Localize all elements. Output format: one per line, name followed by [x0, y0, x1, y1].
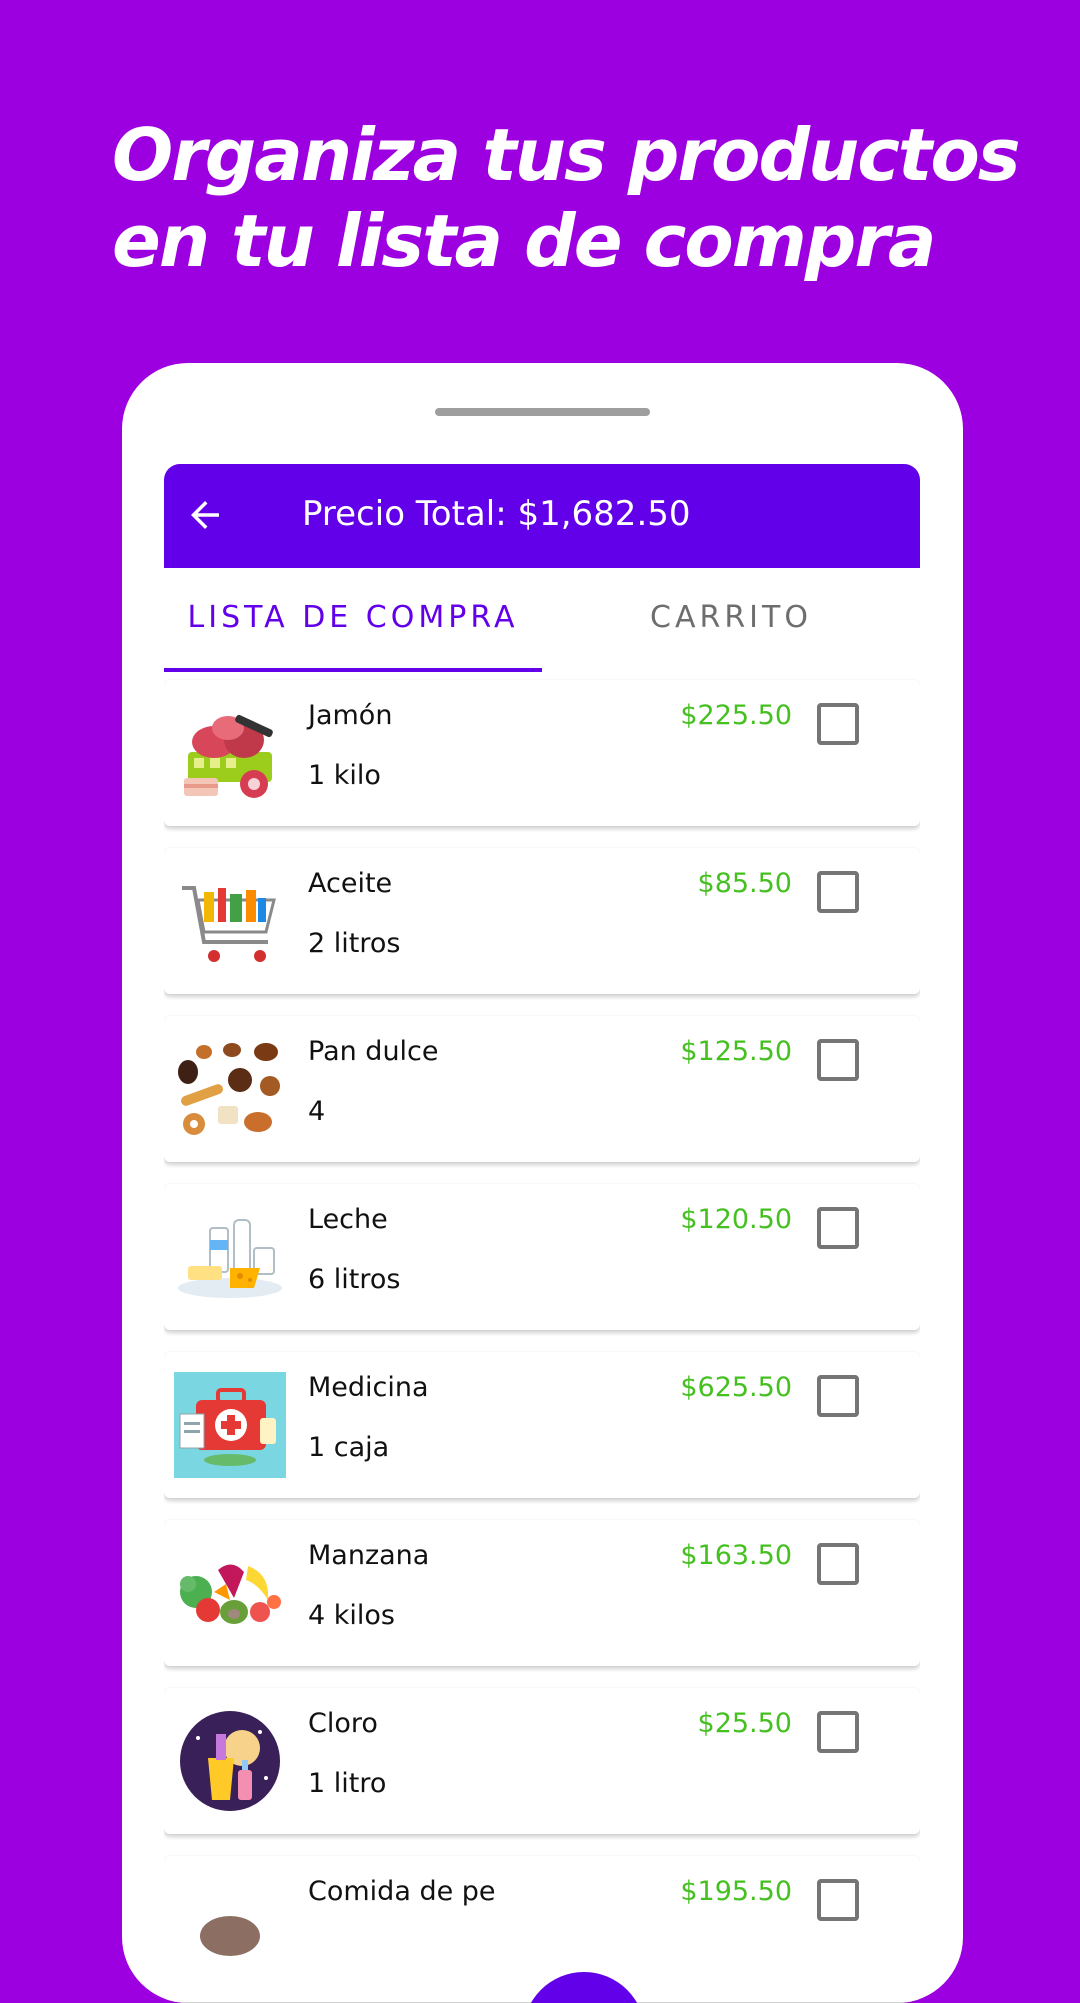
tab-indicator	[164, 668, 542, 672]
item-price: $195.50	[680, 1876, 792, 1907]
app-screen: Precio Total: $1,682.50 LISTA DE COMPRA …	[164, 464, 920, 2003]
list-item[interactable]: Pan dulce 4 $125.50	[164, 1016, 920, 1162]
phone-speaker	[435, 408, 650, 416]
pet-food-icon	[174, 1876, 286, 1982]
item-quantity: 1 litro	[308, 1768, 387, 1799]
item-quantity: 6 litros	[308, 1264, 401, 1295]
list-item[interactable]: Manzana 4 kilos $163.50	[164, 1520, 920, 1666]
shopping-cart-icon	[174, 868, 286, 974]
list-item[interactable]: Jamón 1 kilo $225.50	[164, 680, 920, 826]
item-name: Cloro	[308, 1708, 378, 1739]
phone-frame: Precio Total: $1,682.50 LISTA DE COMPRA …	[122, 363, 963, 2003]
list-item[interactable]: Medicina 1 caja $625.50	[164, 1352, 920, 1498]
item-quantity: 1 caja	[308, 1432, 390, 1463]
dairy-icon	[174, 1204, 286, 1310]
item-checkbox[interactable]	[817, 703, 859, 745]
item-price: $125.50	[680, 1036, 792, 1067]
headline: Organiza tus productos en tu lista de co…	[112, 112, 1032, 284]
item-price: $25.50	[697, 1708, 792, 1739]
item-name: Aceite	[308, 868, 393, 899]
cleaning-supplies-icon	[174, 1708, 286, 1814]
tab-carrito[interactable]: CARRITO	[542, 568, 920, 668]
item-name: Comida de pe	[308, 1876, 496, 1907]
item-price: $625.50	[680, 1372, 792, 1403]
item-price: $163.50	[680, 1540, 792, 1571]
list-item[interactable]: Cloro 1 litro $25.50	[164, 1688, 920, 1834]
meat-basket-icon	[174, 700, 286, 806]
headline-line-1: Organiza tus productos	[112, 113, 1021, 197]
item-quantity: 4 kilos	[308, 1600, 395, 1631]
total-price-title: Precio Total: $1,682.50	[302, 494, 691, 534]
list-item[interactable]: Leche 6 litros $120.50	[164, 1184, 920, 1330]
item-name: Pan dulce	[308, 1036, 439, 1067]
item-checkbox[interactable]	[817, 1711, 859, 1753]
item-quantity: 4	[308, 1096, 326, 1127]
item-name: Manzana	[308, 1540, 430, 1571]
item-name: Medicina	[308, 1372, 429, 1403]
headline-line-2: en tu lista de compra	[112, 199, 936, 283]
item-checkbox[interactable]	[817, 1879, 859, 1921]
item-price: $120.50	[680, 1204, 792, 1235]
item-checkbox[interactable]	[817, 1039, 859, 1081]
tab-bar: LISTA DE COMPRA CARRITO	[164, 568, 920, 672]
fruits-vegetables-icon	[174, 1540, 286, 1646]
item-checkbox[interactable]	[817, 1543, 859, 1585]
tab-lista-de-compra[interactable]: LISTA DE COMPRA	[164, 568, 542, 668]
item-checkbox[interactable]	[817, 1375, 859, 1417]
arrow-left-icon[interactable]	[184, 494, 226, 536]
item-price: $225.50	[680, 700, 792, 731]
list-item[interactable]: Comida de pe $195.50	[164, 1856, 920, 2002]
item-checkbox[interactable]	[817, 871, 859, 913]
item-name: Jamón	[308, 700, 393, 731]
list-item[interactable]: Aceite 2 litros $85.50	[164, 848, 920, 994]
item-quantity: 2 litros	[308, 928, 401, 959]
item-name: Leche	[308, 1204, 388, 1235]
app-bar: Precio Total: $1,682.50	[164, 464, 920, 568]
item-checkbox[interactable]	[817, 1207, 859, 1249]
pastries-icon	[174, 1036, 286, 1142]
item-price: $85.50	[697, 868, 792, 899]
item-quantity: 1 kilo	[308, 760, 381, 791]
first-aid-kit-icon	[174, 1372, 286, 1478]
